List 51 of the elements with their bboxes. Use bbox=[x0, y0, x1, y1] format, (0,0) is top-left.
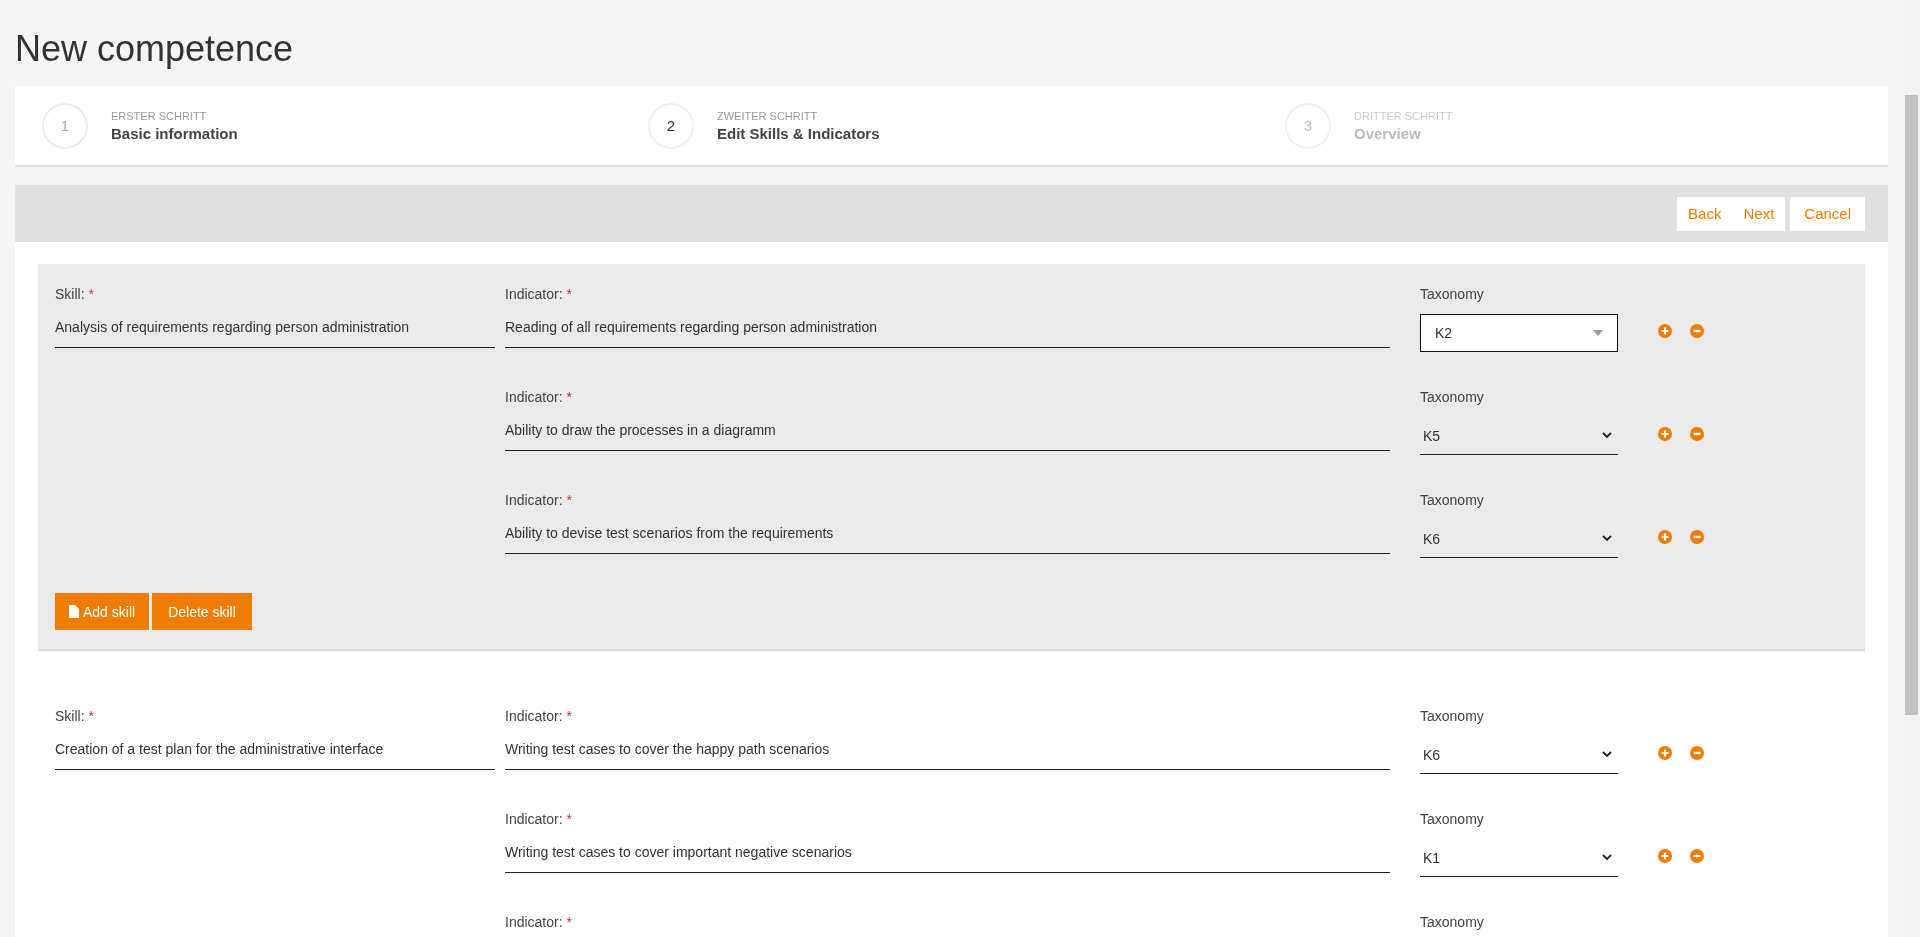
chevron-down-icon bbox=[1602, 751, 1612, 758]
field-label: Taxonomy bbox=[1420, 492, 1485, 510]
field-label: Indicator: * bbox=[505, 286, 573, 304]
taxonomy-select[interactable]: K2 bbox=[1420, 314, 1618, 352]
taxonomy-select[interactable]: K1 bbox=[1420, 839, 1618, 877]
taxonomy-select[interactable]: K5 bbox=[1420, 417, 1618, 455]
indicator-input[interactable]: Writing test cases to cover important negative scenarios bbox=[505, 844, 1390, 873]
skill-input[interactable]: Analysis of requirements regarding person administration bbox=[55, 319, 495, 348]
taxonomy-select[interactable]: K6 bbox=[1420, 736, 1618, 774]
remove-icon[interactable] bbox=[1690, 849, 1704, 863]
field-label: Taxonomy bbox=[1420, 708, 1485, 726]
chevron-down-icon bbox=[1602, 535, 1612, 542]
field-label: Indicator: * bbox=[505, 389, 573, 407]
step-title[interactable]: Edit Skills & Indicators bbox=[717, 124, 880, 142]
field-label: Taxonomy bbox=[1420, 389, 1485, 407]
skill-input[interactable]: Creation of a test plan for the administrative interface bbox=[55, 741, 495, 770]
step-number: 2 bbox=[648, 102, 694, 149]
field-label: Taxonomy bbox=[1420, 286, 1485, 304]
field-label: Skill: * bbox=[55, 708, 95, 726]
indicator-input[interactable]: Ability to draw the processes in a diagramm bbox=[505, 422, 1390, 451]
add-icon[interactable] bbox=[1658, 746, 1672, 760]
step-caption: ZWEITER SCHRITT bbox=[717, 109, 819, 122]
field-label: Indicator: * bbox=[505, 914, 573, 932]
step-title[interactable]: Basic information bbox=[111, 124, 238, 142]
scrollbar-thumb[interactable] bbox=[1905, 95, 1918, 715]
field-label: Indicator: * bbox=[505, 708, 573, 726]
step-number: 3 bbox=[1285, 102, 1331, 149]
remove-icon[interactable] bbox=[1690, 746, 1704, 760]
remove-icon[interactable] bbox=[1690, 530, 1704, 544]
indicator-input[interactable]: Writing test cases to cover the happy path scenarios bbox=[505, 741, 1390, 770]
field-label: Skill: * bbox=[55, 286, 95, 304]
field-label: Taxonomy bbox=[1420, 914, 1485, 932]
field-label: Indicator: * bbox=[505, 811, 573, 829]
add-icon[interactable] bbox=[1658, 530, 1672, 544]
indicator-input[interactable]: Reading of all requirements regarding person administration bbox=[505, 319, 1390, 348]
step-caption: ERSTER SCHRITT bbox=[111, 109, 208, 122]
field-label: Indicator: * bbox=[505, 492, 573, 510]
chevron-down-icon bbox=[1602, 432, 1612, 439]
caret-icon bbox=[1593, 330, 1603, 336]
indicator-input[interactable]: Ability to devise test scenarios from the requirements bbox=[505, 525, 1390, 554]
page-title: New competence bbox=[15, 27, 295, 71]
document-icon bbox=[69, 605, 79, 618]
remove-icon[interactable] bbox=[1690, 427, 1704, 441]
add-icon[interactable] bbox=[1658, 427, 1672, 441]
step-number: 1 bbox=[42, 102, 88, 149]
add-icon[interactable] bbox=[1658, 324, 1672, 338]
taxonomy-select[interactable]: K6 bbox=[1420, 520, 1618, 558]
chevron-down-icon bbox=[1602, 854, 1612, 861]
remove-icon[interactable] bbox=[1690, 324, 1704, 338]
field-label: Taxonomy bbox=[1420, 811, 1485, 829]
add-icon[interactable] bbox=[1658, 849, 1672, 863]
